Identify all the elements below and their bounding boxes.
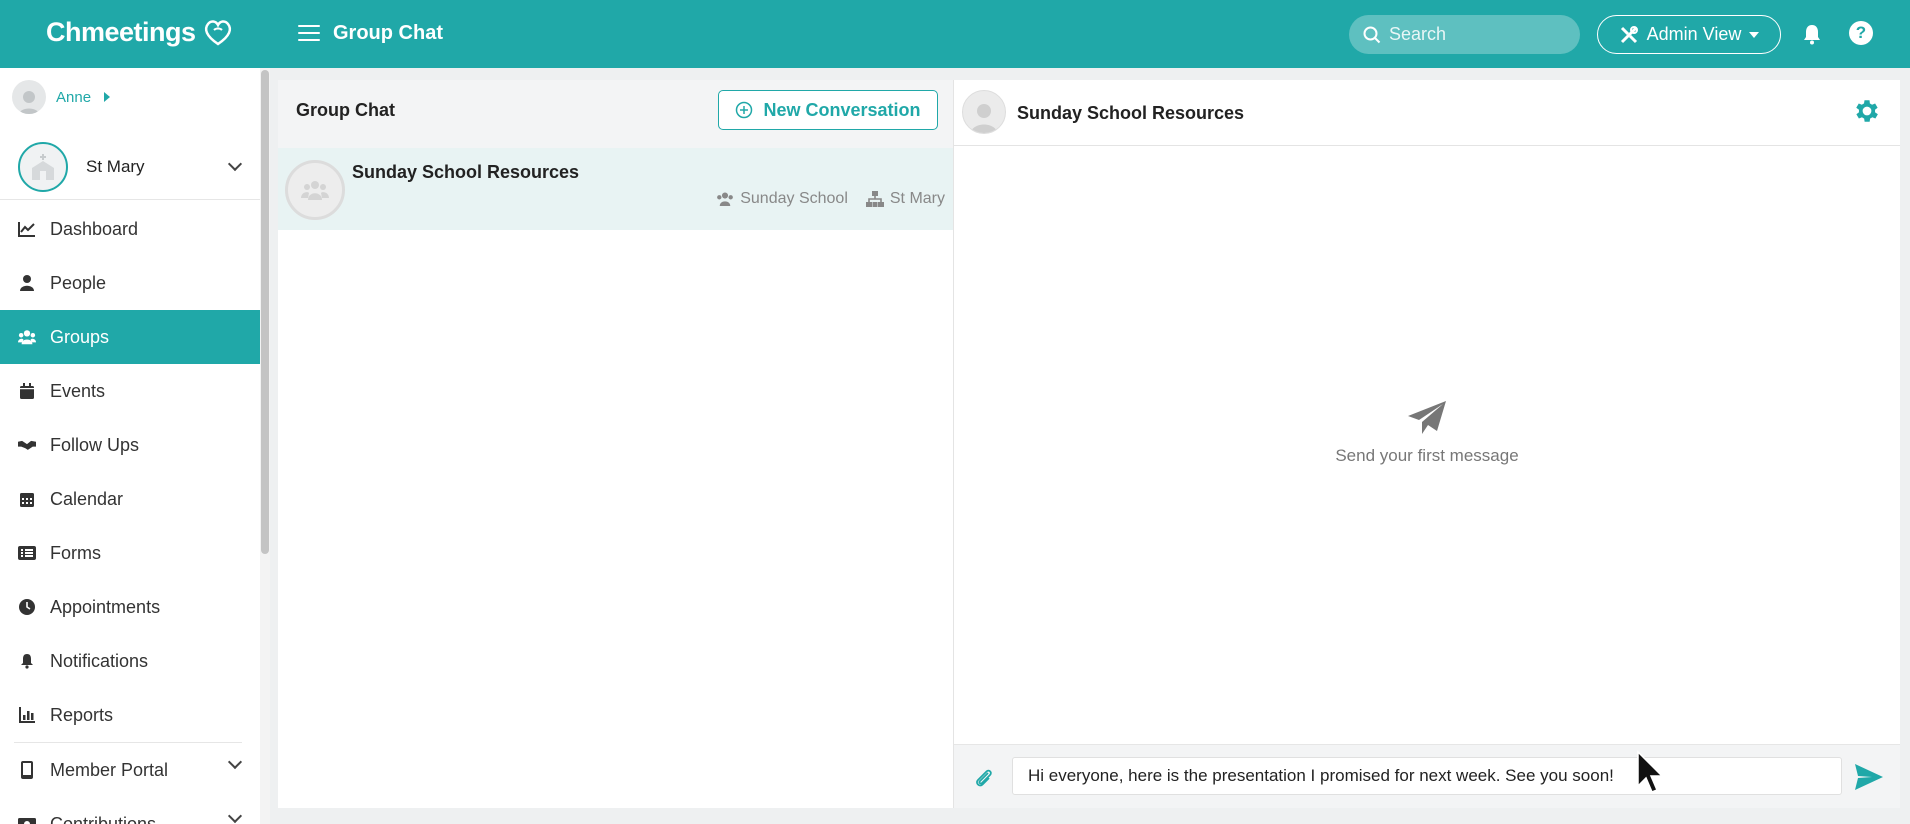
sidebar-item-appointments[interactable]: Appointments	[0, 580, 260, 634]
gear-icon[interactable]	[1852, 96, 1882, 126]
user-silhouette-icon	[970, 104, 998, 133]
sidebar-item-label: Member Portal	[50, 759, 169, 780]
admin-view-button[interactable]: Admin View	[1597, 15, 1781, 54]
group-icon	[301, 181, 329, 200]
conversation-list-title: Group Chat	[296, 100, 395, 120]
chat-title: Sunday School Resources	[1017, 103, 1245, 123]
avatar	[962, 90, 1006, 134]
sidebar-scrollbar[interactable]	[260, 68, 270, 824]
sidebar-item-label: Calendar	[50, 488, 124, 509]
sitemap-icon	[865, 191, 884, 207]
sidebar-item-label: Appointments	[50, 596, 161, 617]
conversation-list-panel: Group Chat New Conversation Sunday Schoo…	[278, 80, 954, 808]
paperclip-icon[interactable]	[974, 767, 994, 789]
new-conversation-button[interactable]: New Conversation	[718, 90, 938, 130]
search-box[interactable]	[1349, 15, 1580, 54]
sidebar-item-label: Reports	[50, 704, 114, 725]
conversation-meta: Sunday School St Mary	[716, 190, 945, 208]
calendar-icon	[18, 382, 36, 400]
bell-icon[interactable]	[1800, 22, 1824, 46]
caret-right-icon	[104, 92, 111, 102]
caret-down-icon	[1749, 31, 1760, 38]
money-icon	[18, 815, 36, 824]
bell-icon	[18, 652, 36, 670]
list-icon	[18, 544, 36, 562]
menu-toggle-icon[interactable]	[298, 22, 320, 44]
sidebar-item-follow-ups[interactable]: Follow Ups	[0, 418, 260, 472]
clock-icon	[18, 598, 36, 616]
handshake-icon	[18, 436, 36, 454]
sidebar-item-people[interactable]: People	[0, 256, 260, 310]
chevron-down-icon	[227, 156, 243, 171]
chat-header: Sunday School Resources	[954, 80, 1900, 146]
empty-state: Send your first message	[954, 400, 1900, 466]
user-silhouette-icon	[18, 91, 40, 114]
empty-state-message: Send your first message	[1335, 446, 1519, 465]
church-avatar	[18, 141, 68, 192]
conversation-group: Sunday School	[740, 190, 848, 207]
sidebar-item-groups[interactable]: Groups	[0, 310, 260, 364]
help-icon[interactable]: ?	[1849, 21, 1873, 45]
page-title: Group Chat	[333, 22, 443, 44]
sidebar-item-contributions[interactable]: Contributions	[0, 797, 260, 824]
logo-text: Chmeetings	[46, 16, 196, 47]
chat-panel: Sunday School Resources Send your first …	[954, 80, 1900, 808]
conversation-list-header: Group Chat New Conversation	[278, 80, 953, 148]
tools-icon	[1620, 25, 1638, 43]
plus-circle-icon	[736, 101, 753, 119]
search-input[interactable]	[1389, 24, 1559, 45]
sidebar-item-label: Events	[50, 380, 106, 401]
person-icon	[18, 274, 36, 292]
chevron-down-icon	[227, 754, 243, 770]
sidebar-nav: Dashboard People Groups Events Follow Up…	[0, 202, 260, 824]
sidebar-item-calendar[interactable]: Calendar	[0, 472, 260, 526]
sidebar-item-dashboard[interactable]: Dashboard	[0, 202, 260, 256]
app-logo[interactable]: Chmeetings	[46, 16, 234, 48]
sidebar-item-label: Forms	[50, 542, 101, 563]
sidebar-item-notifications[interactable]: Notifications	[0, 634, 260, 688]
sidebar-item-label: Follow Ups	[50, 434, 140, 455]
sidebar-item-label: Dashboard	[50, 218, 139, 239]
users-icon	[717, 192, 734, 206]
send-icon[interactable]	[1854, 763, 1884, 791]
scrollbar-thumb[interactable]	[261, 70, 269, 554]
users-icon	[18, 328, 36, 346]
new-conversation-label: New Conversation	[763, 99, 921, 120]
sidebar-item-label: Groups	[50, 326, 110, 347]
top-bar: Chmeetings Group Chat Admin View ?	[0, 0, 1910, 68]
church-name: St Mary	[86, 156, 145, 176]
group-avatar	[285, 160, 345, 220]
sidebar-item-label: Notifications	[50, 650, 149, 671]
admin-view-label: Admin View	[1646, 24, 1742, 44]
user-name: Anne	[56, 88, 92, 106]
list-item[interactable]: Sunday School Resources Sunday School St…	[278, 148, 953, 230]
conversation-campus: St Mary	[889, 190, 945, 207]
sidebar-item-forms[interactable]: Forms	[0, 526, 260, 580]
church-selector[interactable]: St Mary	[0, 134, 260, 200]
logo-heart-icon	[204, 20, 231, 46]
calendar-grid-icon	[18, 490, 36, 508]
sidebar: Anne St Mary Dashboard People Groups Eve…	[0, 68, 260, 824]
bar-chart-icon	[18, 706, 36, 724]
sidebar-item-reports[interactable]: Reports	[0, 688, 260, 742]
message-composer	[954, 744, 1900, 808]
sidebar-item-label: Contributions	[50, 813, 157, 824]
search-icon	[1363, 26, 1381, 43]
conversation-name: Sunday School Resources	[352, 162, 580, 182]
paper-plane-icon	[1408, 401, 1446, 434]
chevron-down-icon	[227, 808, 243, 824]
avatar	[12, 80, 46, 114]
sidebar-item-events[interactable]: Events	[0, 364, 260, 418]
sidebar-item-member-portal[interactable]: Member Portal	[0, 743, 260, 797]
message-input[interactable]	[1012, 757, 1842, 795]
chart-line-icon	[18, 220, 36, 238]
sidebar-item-label: People	[50, 272, 107, 293]
church-icon	[32, 153, 54, 180]
mobile-icon	[18, 761, 36, 779]
user-menu[interactable]: Anne	[12, 80, 111, 114]
